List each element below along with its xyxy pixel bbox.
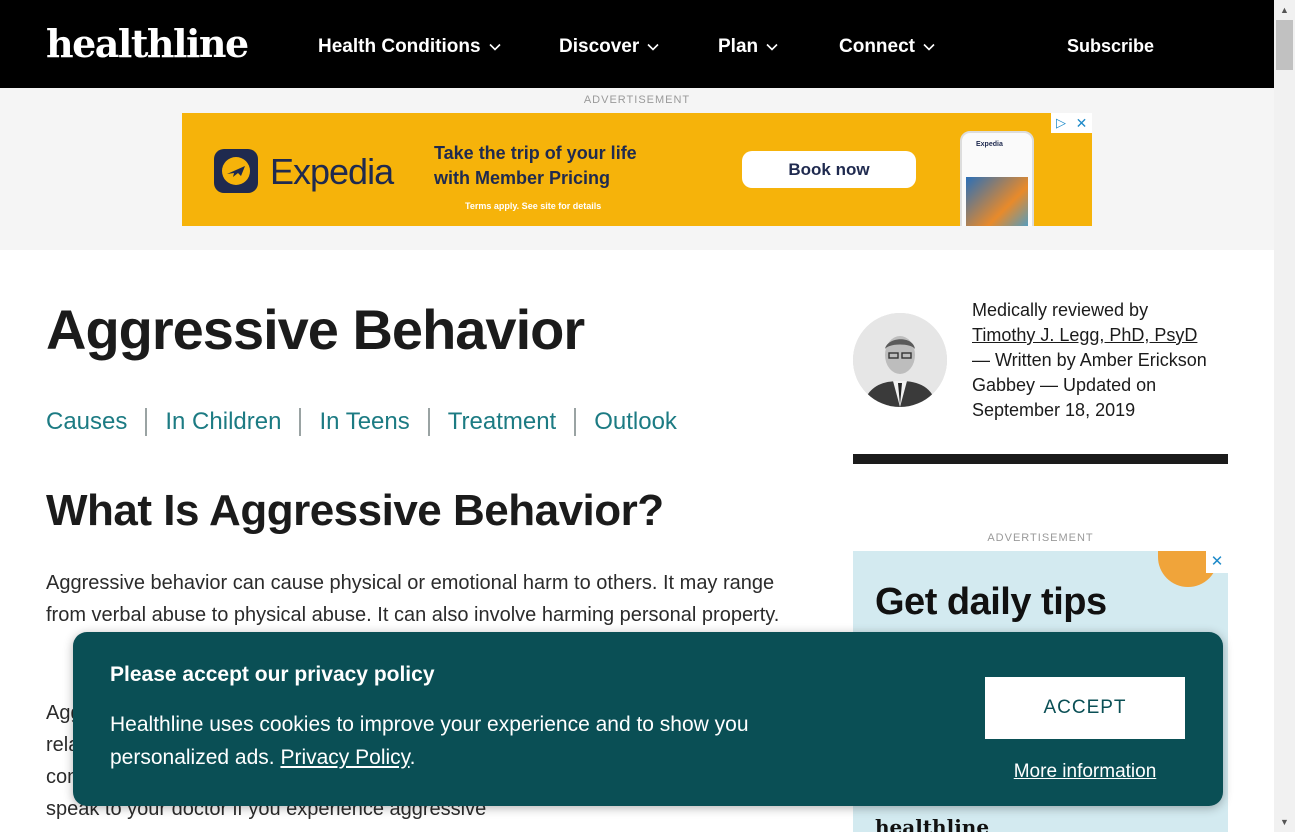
nav-label: Discover xyxy=(559,36,640,57)
cookie-consent-banner: Please accept our privacy policy Healthl… xyxy=(73,632,1223,806)
scrollbar[interactable]: ▲ ▼ xyxy=(1274,0,1295,832)
byline-prefix: Medically reviewed by xyxy=(972,300,1149,320)
ad-tagline: Take the trip of your life xyxy=(434,143,637,163)
nav-connect[interactable]: Connect xyxy=(839,34,935,60)
toc-link-in-children[interactable]: In Children xyxy=(165,406,281,438)
ad-label: ADVERTISEMENT xyxy=(987,532,1094,544)
chevron-down-icon xyxy=(647,43,659,51)
chevron-down-icon xyxy=(488,43,501,51)
close-icon[interactable]: ✕ xyxy=(1071,113,1092,133)
cookie-text-end: . xyxy=(409,746,416,769)
reviewer-avatar xyxy=(853,313,947,407)
section-heading: What Is Aggressive Behavior? xyxy=(46,486,664,535)
book-now-button[interactable]: Book now xyxy=(742,151,916,188)
toc-link-outlook[interactable]: Outlook xyxy=(594,406,677,438)
top-nav: healthline Health Conditions Discover Pl… xyxy=(0,0,1274,88)
healthline-logo[interactable]: healthline xyxy=(46,22,249,66)
subscribe-link[interactable]: Subscribe xyxy=(1067,34,1154,58)
expedia-plane-icon xyxy=(214,149,258,193)
nav-health-conditions[interactable]: Health Conditions xyxy=(318,34,501,60)
toc-link-treatment[interactable]: Treatment xyxy=(448,406,556,438)
close-icon[interactable]: ✕ xyxy=(1206,551,1228,573)
adchoices-icon[interactable]: ▷ xyxy=(1051,113,1071,133)
toc-link-causes[interactable]: Causes xyxy=(46,406,127,438)
toc-link-in-teens[interactable]: In Teens xyxy=(319,406,409,438)
scroll-down-arrow-icon[interactable]: ▼ xyxy=(1274,814,1295,830)
chevron-down-icon xyxy=(923,43,935,51)
byline-details: — Written by Amber Erickson Gabbey — Upd… xyxy=(972,350,1207,420)
more-information-link[interactable]: More information xyxy=(985,759,1185,785)
nav-label: Connect xyxy=(839,36,915,57)
table-of-contents: Causes In Children In Teens Treatment Ou… xyxy=(46,406,677,438)
phone-header: Expedia xyxy=(976,141,1003,148)
byline: Medically reviewed by Timothy J. Legg, P… xyxy=(972,298,1232,423)
ad-label: ADVERTISEMENT xyxy=(583,94,691,106)
toc-divider xyxy=(299,408,302,436)
toc-divider xyxy=(427,408,430,436)
expedia-banner-ad[interactable]: Expedia Take the trip of your life with … xyxy=(182,113,1092,226)
privacy-policy-link[interactable]: Privacy Policy xyxy=(280,746,409,769)
nav-plan[interactable]: Plan xyxy=(718,34,778,60)
cookie-body: Healthline uses cookies to improve your … xyxy=(110,708,810,774)
scroll-up-arrow-icon[interactable]: ▲ xyxy=(1274,2,1295,18)
phone-screen xyxy=(966,177,1028,226)
accept-button[interactable]: ACCEPT xyxy=(985,677,1185,739)
page-title: Aggressive Behavior xyxy=(46,298,585,361)
phone-mockup-image: Expedia xyxy=(960,131,1034,226)
chevron-down-icon xyxy=(766,43,778,51)
expedia-brand: Expedia xyxy=(270,151,394,192)
ad-tagline: with Member Pricing xyxy=(434,168,611,188)
scrollbar-thumb[interactable] xyxy=(1276,20,1293,70)
article-paragraph: Aggressive behavior can cause physical o… xyxy=(46,572,780,626)
ad-headline: Get daily tips xyxy=(875,581,1107,623)
cookie-title: Please accept our privacy policy xyxy=(110,663,435,686)
reviewer-link[interactable]: Timothy J. Legg, PhD, PsyD xyxy=(972,325,1197,345)
nav-label: Health Conditions xyxy=(318,36,481,57)
section-divider xyxy=(853,454,1228,464)
toc-divider xyxy=(145,408,148,436)
nav-label: Plan xyxy=(718,36,759,57)
ad-terms: Terms apply. See site for details xyxy=(465,201,602,211)
ad-brand-logo: healthline xyxy=(875,815,990,832)
nav-discover[interactable]: Discover xyxy=(559,34,659,60)
toc-divider xyxy=(574,408,577,436)
cookie-text: Healthline uses cookies to improve your … xyxy=(110,713,749,769)
